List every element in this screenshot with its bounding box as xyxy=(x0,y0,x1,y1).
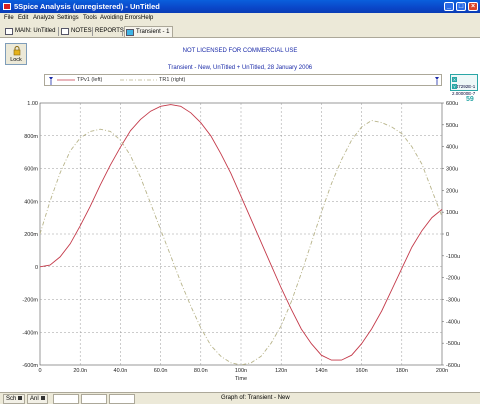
x-tick-label: 0 xyxy=(38,368,41,374)
schematic-icon xyxy=(5,28,13,35)
y-left-tick-label: -200m xyxy=(22,298,38,304)
anl-toggle[interactable]: Anl xyxy=(27,394,48,404)
tab-reports[interactable]: REPORTS xyxy=(94,26,124,37)
x-tick-label: 60.0n xyxy=(154,368,168,374)
notes-icon xyxy=(61,28,69,35)
y-right-tick-label: 100u xyxy=(446,210,458,216)
x-axis-label: Time xyxy=(235,376,247,382)
y-left-tick-label: -400m xyxy=(22,330,38,336)
y-right-tick-label: 400u xyxy=(446,145,458,151)
sch-label: Sch xyxy=(6,396,17,402)
tab-main-label: MAIN: UnTitled xyxy=(15,28,56,34)
maximize-button[interactable]: □ xyxy=(456,2,466,11)
y-right-tick-label: 600u xyxy=(446,101,458,107)
y-right-tick-label: -100u xyxy=(446,254,460,260)
lock-label: Lock xyxy=(10,57,22,63)
x-tick-label: 180n xyxy=(396,368,408,374)
status-field xyxy=(53,394,79,404)
y-right-tick-label: 300u xyxy=(446,167,458,173)
y-right-tick-label: -500u xyxy=(446,341,460,347)
menu-avoiding-errors[interactable]: Avoiding Errors xyxy=(100,13,141,24)
x-tick-label: 160n xyxy=(355,368,367,374)
cursor-marker-icon[interactable] xyxy=(435,77,439,80)
x-tick-label: 120n xyxy=(275,368,287,374)
y-right-tick-label: 200u xyxy=(446,188,458,194)
x-tick-label: 40.0n xyxy=(114,368,128,374)
checkbox-icon xyxy=(40,396,45,400)
y-left-tick-label: 0 xyxy=(35,265,38,271)
x-tick-label: 80.0n xyxy=(194,368,208,374)
anl-label: Anl xyxy=(30,396,39,402)
y-left-tick-label: -600m xyxy=(22,363,38,369)
tab-divider xyxy=(58,27,59,36)
tab-divider xyxy=(122,27,123,36)
y-left-tick-label: 800m xyxy=(24,134,38,140)
sch-toggle[interactable]: Sch xyxy=(3,394,26,404)
title-bar: 5Spice Analysis (unregistered) - UnTitle… xyxy=(0,0,480,13)
x-tick-label: 20.0n xyxy=(73,368,87,374)
tab-transient-label: Transient - 1 xyxy=(136,29,170,35)
menu-file[interactable]: File xyxy=(4,13,14,24)
license-notice: NOT LICENSED FOR COMMERCIAL USE xyxy=(182,48,298,54)
y-left-tick-label: 600m xyxy=(24,167,38,173)
tab-divider xyxy=(92,27,93,36)
menu-help[interactable]: Help xyxy=(141,13,153,24)
tab-notes[interactable]: NOTES xyxy=(60,26,92,37)
y-right-tick-label: -200u xyxy=(446,276,460,282)
menu-settings[interactable]: Settings xyxy=(57,13,79,24)
tab-main[interactable]: MAIN: UnTitled xyxy=(4,26,55,37)
x-tick-label: 140n xyxy=(315,368,327,374)
window-title: 5Spice Analysis (unregistered) - UnTitle… xyxy=(14,2,160,11)
close-button[interactable]: × xyxy=(468,2,478,11)
y-left-tick-label: 200m xyxy=(24,232,38,238)
status-bar: Sch Anl Graph of: Transient - New xyxy=(0,392,480,404)
app-icon xyxy=(3,3,11,10)
menu-edit[interactable]: Edit xyxy=(18,13,28,24)
x-tick-label: 100n xyxy=(235,368,247,374)
status-field xyxy=(81,394,107,404)
readout-x-key: X xyxy=(452,77,457,83)
y-right-tick-label: -600u xyxy=(446,363,460,369)
legend-label-left: TPv1 (left) xyxy=(77,77,103,83)
checkbox-icon xyxy=(18,396,23,400)
graph-subtitle: Transient - New, UnTitled + UnTitled, 28… xyxy=(167,65,313,71)
y-left-tick-label: 400m xyxy=(24,199,38,205)
tab-transient[interactable]: Transient - 1 xyxy=(124,26,174,37)
menu-bar: File Edit Analyze Settings Tools Avoidin… xyxy=(0,13,480,24)
y-right-tick-label: -400u xyxy=(446,319,460,325)
menu-analyze[interactable]: Analyze xyxy=(33,13,54,24)
transient-plot[interactable]: 0 20.0n 40.0n 60.0n 80.0n 100n 120n 140n 160n 180… xyxy=(0,88,480,392)
lock-button[interactable]: Lock xyxy=(5,43,27,65)
minimize-button[interactable]: _ xyxy=(444,2,454,11)
tab-bar: MAIN: UnTitled NOTES REPORTS Transient -… xyxy=(0,24,480,38)
y-right-tick-label: -300u xyxy=(446,298,460,304)
menu-tools[interactable]: Tools xyxy=(83,13,97,24)
tab-reports-label: REPORTS xyxy=(95,28,124,34)
cursor-marker-icon[interactable] xyxy=(49,77,53,80)
y-right-tick-label: 500u xyxy=(446,123,458,129)
y-left-tick-label: 1.00 xyxy=(27,101,38,107)
legend-label-right: TR1 (right) xyxy=(159,77,186,83)
graph-icon xyxy=(126,29,134,36)
tab-notes-label: NOTES xyxy=(71,28,92,34)
status-field xyxy=(109,394,135,404)
legend-bar: TPv1 (left) TR1 (right) xyxy=(44,74,442,86)
graph-of-label: Graph of: Transient - New xyxy=(221,395,290,401)
y-right-tick-label: 0 xyxy=(446,232,449,238)
